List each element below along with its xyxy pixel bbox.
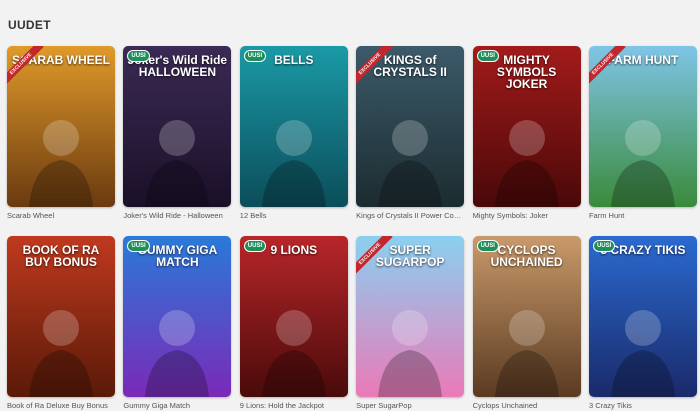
game-thumbnail[interactable]: 9 LIONS UUSI [239, 236, 348, 397]
section-title: UUDET [8, 18, 51, 32]
game-artwork [588, 236, 697, 397]
new-badge: UUSI [243, 240, 267, 252]
game-logo: BOOK OF RA BUY BONUS [22, 243, 100, 269]
game-title[interactable]: Scarab Wheel [7, 211, 115, 220]
game-card[interactable]: GUMMY GIGA MATCH UUSI Gummy Giga Match [123, 236, 232, 410]
game-artwork [588, 46, 697, 207]
game-title[interactable]: Gummy Giga Match [123, 401, 231, 410]
game-thumbnail[interactable]: 3 CRAZY TIKIS UUSI [588, 236, 697, 397]
game-thumbnail[interactable]: SCARAB WHEEL EXCLUSIVE [7, 46, 115, 207]
game-thumbnail[interactable]: BOOK OF RA BUY BONUS [7, 236, 115, 397]
new-badge: UUSI [127, 50, 150, 62]
game-thumbnail[interactable]: Joker's Wild Ride HALLOWEEN UUSI [123, 46, 232, 207]
game-artwork [239, 46, 348, 207]
game-thumbnail[interactable]: FARM HUNT EXCLUSIVE [588, 46, 697, 207]
game-title[interactable]: Super SugarPop [356, 401, 464, 410]
game-card[interactable]: 3 CRAZY TIKIS UUSI 3 Crazy Tikis [588, 236, 697, 410]
game-thumbnail[interactable]: SUPER SUGARPOP EXCLUSIVE [356, 236, 465, 397]
new-badge: UUSI [243, 50, 267, 62]
game-title[interactable]: 9 Lions: Hold the Jackpot [240, 401, 348, 410]
game-title[interactable]: Cyclops Unchained [473, 401, 581, 410]
game-thumbnail[interactable]: KINGS of CRYSTALS II EXCLUSIVE [356, 46, 465, 207]
game-card[interactable]: BOOK OF RA BUY BONUS Book of Ra Deluxe Bu… [7, 236, 115, 410]
game-title[interactable]: Joker's Wild Ride - Halloween [123, 211, 231, 220]
game-thumbnail[interactable]: GUMMY GIGA MATCH UUSI [123, 236, 232, 397]
game-artwork [239, 236, 348, 397]
game-card[interactable]: 9 LIONS UUSI 9 Lions: Hold the Jackpot [239, 236, 348, 410]
game-grid: SCARAB WHEEL EXCLUSIVE Scarab Wheel Joker's… [7, 46, 697, 410]
game-title[interactable]: Farm Hunt [589, 211, 697, 220]
game-card[interactable]: Joker's Wild Ride HALLOWEEN UUSI Joker's W… [123, 46, 232, 220]
game-card[interactable]: MIGHTY SYMBOLS JOKER UUSI Mighty Symbols: … [472, 46, 581, 220]
game-card[interactable]: SUPER SUGARPOP EXCLUSIVE Super SugarPop [356, 236, 465, 410]
game-thumbnail[interactable]: CYCLOPS UNCHAINED UUSI [472, 236, 581, 397]
new-badge: UUSI [127, 240, 150, 252]
game-card[interactable]: FARM HUNT EXCLUSIVE Farm Hunt [588, 46, 697, 220]
game-title[interactable]: 3 Crazy Tikis [589, 401, 697, 410]
game-card[interactable]: CYCLOPS UNCHAINED UUSI Cyclops Unchained [472, 236, 581, 410]
new-badge: UUSI [476, 240, 499, 252]
game-artwork [7, 46, 115, 207]
game-card[interactable]: BELLS UUSI 12 Bells [239, 46, 348, 220]
game-title[interactable]: Kings of Crystals II Power Combo [356, 211, 464, 220]
game-thumbnail[interactable]: BELLS UUSI [239, 46, 348, 207]
game-title[interactable]: Mighty Symbols: Joker [473, 211, 581, 220]
game-title[interactable]: 12 Bells [240, 211, 348, 220]
game-card[interactable]: SCARAB WHEEL EXCLUSIVE Scarab Wheel [7, 46, 115, 220]
new-badge: UUSI [476, 50, 499, 62]
game-card[interactable]: KINGS of CRYSTALS II EXCLUSIVE Kings of Cr… [356, 46, 465, 220]
new-badge: UUSI [592, 240, 616, 252]
game-title[interactable]: Book of Ra Deluxe Buy Bonus [7, 401, 115, 410]
game-thumbnail[interactable]: MIGHTY SYMBOLS JOKER UUSI [472, 46, 581, 207]
